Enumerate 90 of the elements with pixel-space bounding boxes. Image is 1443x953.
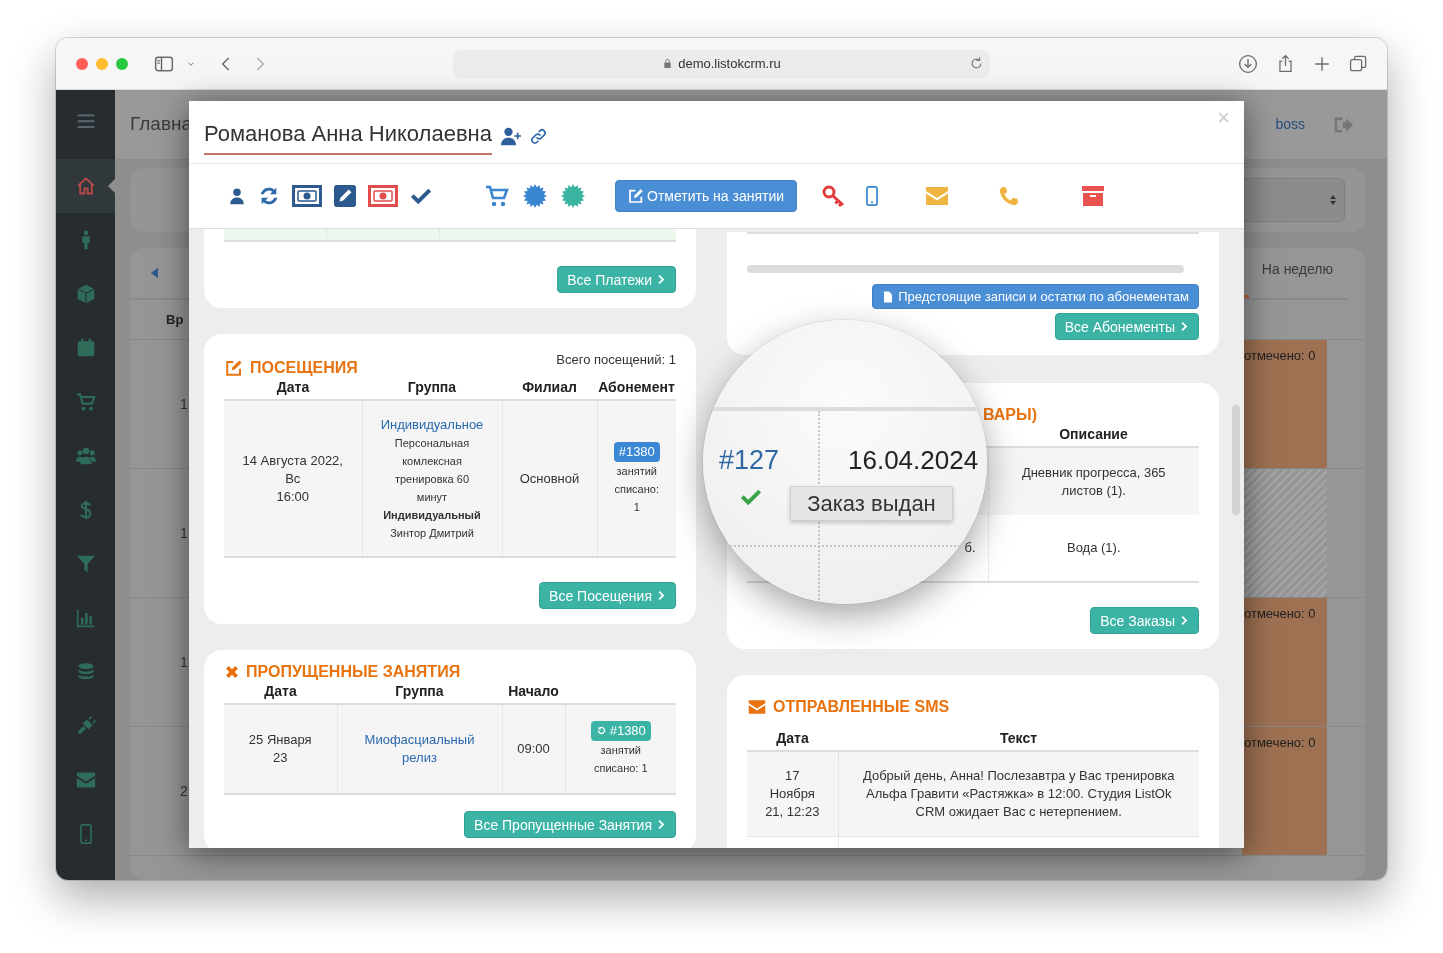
chevron-right-icon: [656, 819, 666, 830]
chevron-right-icon: [656, 590, 666, 601]
key-icon[interactable]: [822, 184, 847, 208]
time-label: 2: [180, 781, 188, 801]
all-missed-lessons-button[interactable]: Все Пропущенные Занятия: [464, 811, 676, 838]
tab[interactable]: На неделю: [1261, 259, 1333, 298]
file-icon: [882, 289, 895, 304]
tooltip: Заказ выдан: [790, 486, 953, 521]
edit-icon: [628, 188, 644, 204]
seal-icon[interactable]: [523, 184, 547, 208]
table-cell: Вода (1).: [988, 515, 1199, 582]
section-title: ПОСЕЩЕНИЯ: [250, 358, 358, 377]
url-text: demo.listokcrm.ru: [678, 54, 781, 73]
pencil-icon[interactable]: [334, 185, 356, 207]
trainer-name: Зинтор Дмитрий: [389, 525, 475, 541]
all-subscriptions-button[interactable]: Все Абонементы: [1054, 313, 1199, 340]
table-cell: Дневник прогресса, 365 листов (1).: [988, 447, 1199, 515]
chart-icon: [75, 608, 96, 628]
table-cell: Добрый день, Анна! Послезавтра у Вас тренировка Альфа Гравити «Растяжка» в 12:00. Студия ListOk CRM ожидает Вас с нетерпением.: [838, 751, 1199, 836]
section-title: ПРОПУЩЕННЫЕ ЗАНЯТИЯ: [246, 662, 461, 681]
link-icon[interactable]: [530, 127, 547, 145]
archive-icon[interactable]: [1081, 184, 1106, 208]
sort-arrows-icon: [1327, 193, 1339, 207]
window-zoom-button[interactable]: [116, 57, 128, 70]
visits-total: Всего посещений: 1: [556, 351, 676, 369]
subscription-link[interactable]: #1380: [613, 441, 660, 462]
lesson-block[interactable]: отмечено: 0: [1242, 598, 1327, 726]
all-visits-button[interactable]: Все Посещения: [539, 582, 676, 609]
user-icon[interactable]: [228, 186, 246, 206]
group-description: Персональная комлексная тренировка 60 минут: [393, 435, 471, 505]
reload-icon[interactable]: [969, 55, 984, 71]
order-number[interactable]: #127: [719, 444, 780, 476]
lesson-block[interactable]: отмечено: 0: [1242, 727, 1327, 855]
banknote-icon[interactable]: [368, 185, 398, 207]
undo-icon: [595, 725, 607, 737]
calendar-icon: [75, 338, 96, 358]
upcoming-records-button[interactable]: Предстоящие записи и остатки по абонементам: [872, 284, 1199, 309]
share-icon[interactable]: [1276, 54, 1295, 73]
cart-icon: [75, 392, 96, 412]
download-icon[interactable]: [1238, 53, 1258, 74]
section-title: ОТПРАВЛЕННЫЕ SMS: [773, 697, 950, 716]
subscription-link[interactable]: #1380: [590, 720, 651, 741]
all-payments-button[interactable]: Все Платежи: [557, 266, 676, 293]
chevron-right-icon: [1179, 615, 1189, 626]
section-title: ВАРЫ): [983, 405, 1037, 424]
menu-icon[interactable]: [75, 111, 96, 131]
table-cell: 14 Августа 2022, Вс 16:00: [224, 400, 362, 557]
cross-icon: [224, 663, 240, 680]
dialog-title: Романова Анна Николаевна: [204, 117, 492, 155]
window-close-button[interactable]: [76, 57, 88, 70]
chevron-right-icon: [656, 274, 666, 285]
group-link[interactable]: Индивидуальное: [380, 415, 484, 434]
home-icon: [75, 176, 96, 196]
window-minimize-button[interactable]: [96, 57, 108, 70]
lock-icon: [662, 58, 674, 69]
written-off-note: занятий списано: 1: [592, 743, 649, 777]
edit-icon: [224, 358, 244, 377]
lesson-block[interactable]: отмечено: 0: [1242, 340, 1327, 468]
table-cell: Основной: [502, 400, 597, 557]
banknote-icon[interactable]: [292, 185, 322, 207]
cube-icon: [75, 284, 96, 304]
user-link[interactable]: boss: [1275, 114, 1305, 135]
column-header: Вр: [166, 310, 184, 329]
group-type: Индивидуальный: [382, 507, 482, 523]
all-orders-button[interactable]: Все Заказы: [1090, 607, 1199, 634]
chevron-right-icon: [1179, 321, 1189, 332]
address-bar[interactable]: demo.listokcrm.ru: [453, 49, 990, 78]
written-off-note: занятий списано: 1: [613, 463, 660, 515]
users-icon: [75, 446, 96, 466]
table-cell: 25 Января 23: [224, 704, 337, 794]
time-label: 1: [180, 394, 188, 414]
mark-attendance-button[interactable]: Отметить на занятии: [615, 180, 798, 212]
envelope-icon: [747, 697, 767, 716]
group-link[interactable]: Миофасциальный релиз: [361, 731, 478, 767]
new-tab-icon[interactable]: [1313, 54, 1331, 73]
filter-icon: [75, 554, 96, 574]
envelope-icon: [75, 770, 96, 790]
time-label: 1: [180, 523, 188, 543]
seal-icon[interactable]: [561, 184, 585, 208]
plug-icon: [75, 716, 96, 736]
table-cell: 09:00: [502, 704, 565, 794]
sidebar-item[interactable]: [56, 159, 115, 213]
phone-icon[interactable]: [998, 185, 1021, 207]
refresh-icon[interactable]: [258, 185, 280, 207]
time-label: 1: [180, 652, 188, 672]
tabs-icon[interactable]: [1349, 54, 1368, 73]
user-plus-icon[interactable]: [500, 126, 522, 146]
cart-icon[interactable]: [485, 184, 509, 208]
order-date: 16.04.2024: [848, 444, 979, 476]
table-cell: 17 Ноября 21, 12:23: [747, 751, 838, 836]
